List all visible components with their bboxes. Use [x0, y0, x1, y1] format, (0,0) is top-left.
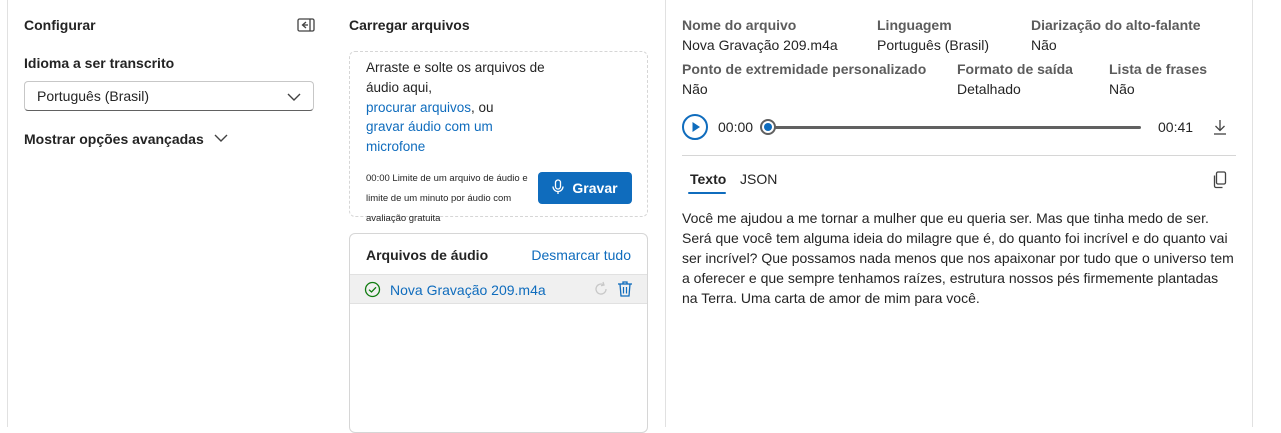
record-button-label: Gravar: [572, 180, 618, 196]
file-dropzone[interactable]: Arraste e solte os arquivos de áudio aqu…: [349, 51, 648, 224]
delete-icon[interactable]: [617, 280, 633, 303]
download-icon[interactable]: [1212, 118, 1228, 141]
check-circle-icon: [364, 281, 381, 303]
unselect-all-link[interactable]: Desmarcar tudo: [531, 247, 631, 263]
configure-panel: Configurar Idioma a ser transcrito Portu…: [7, 0, 334, 427]
seek-slider-thumb[interactable]: [760, 119, 776, 135]
output-format-label: Formato de saída: [957, 61, 1073, 77]
collapse-panel-icon[interactable]: [297, 17, 315, 33]
browse-files-link[interactable]: procurar arquivos: [366, 100, 471, 115]
record-button[interactable]: Gravar: [538, 172, 632, 204]
phrase-list-value: Não: [1109, 81, 1135, 97]
current-time: 00:00: [718, 119, 754, 135]
tab-text[interactable]: Texto: [690, 171, 726, 187]
audio-files-title: Arquivos de áudio: [366, 247, 489, 263]
microphone-icon: [552, 178, 565, 198]
diarization-value: Não: [1031, 37, 1057, 53]
file-list-item[interactable]: Nova Gravação 209.m4a: [350, 274, 647, 304]
transcript-text: Você me ajudou a me tornar a mulher que …: [682, 210, 1234, 306]
configure-title: Configurar: [24, 17, 96, 33]
or-text: , ou: [471, 99, 494, 115]
chevron-down-icon: [287, 90, 301, 106]
active-tab-indicator: [688, 192, 726, 194]
limit-text: 00:00 Limite de um arquivo de áudio e li…: [366, 173, 528, 224]
language-select-value: Português (Brasil): [37, 88, 150, 104]
audio-files-list: Arquivos de áudio Desmarcar tudo Nova Gr…: [349, 233, 648, 433]
duration-time: 00:41: [1158, 119, 1194, 135]
seek-track[interactable]: [768, 126, 1141, 129]
language-select[interactable]: Português (Brasil): [24, 81, 314, 111]
file-name-label: Nome do arquivo: [682, 17, 797, 33]
chevron-down-icon: [214, 131, 228, 147]
record-audio-link[interactable]: gravar áudio com um microfone: [366, 119, 493, 154]
file-name-link[interactable]: Nova Gravação 209.m4a: [390, 282, 546, 298]
divider: [682, 155, 1236, 156]
custom-endpoint-value: Não: [682, 81, 708, 97]
tab-json[interactable]: JSON: [740, 171, 777, 187]
copy-icon[interactable]: [1212, 171, 1228, 194]
language-label: Idioma a ser transcrito: [24, 55, 175, 71]
play-button[interactable]: [682, 114, 708, 140]
advanced-options-label: Mostrar opções avançadas: [24, 131, 204, 147]
retry-icon: [593, 281, 609, 302]
upload-title: Carregar arquivos: [349, 17, 470, 33]
advanced-options-toggle[interactable]: Mostrar opções avançadas: [24, 131, 228, 147]
custom-endpoint-label: Ponto de extremidade personalizado: [682, 61, 927, 77]
output-format-value: Detalhado: [957, 81, 1021, 97]
results-panel: Nome do arquivo Nova Gravação 209.m4a Li…: [666, 0, 1253, 427]
drop-instructions: Arraste e solte os arquivos de áudio aqu…: [366, 60, 545, 95]
phrase-list-label: Lista de frases: [1109, 61, 1208, 77]
file-name-value: Nova Gravação 209.m4a: [682, 37, 838, 53]
upload-panel: Carregar arquivos Arraste e solte os arq…: [333, 0, 666, 433]
dropzone-text: Arraste e solte os arquivos de áudio aqu…: [366, 58, 546, 157]
language-label: Linguagem: [877, 17, 952, 33]
diarization-label: Diarização do alto-falante: [1031, 17, 1201, 33]
language-value: Português (Brasil): [877, 37, 990, 53]
